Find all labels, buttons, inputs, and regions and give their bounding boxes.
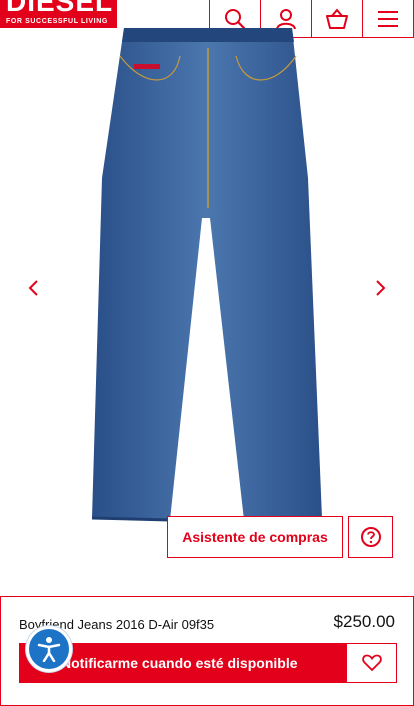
brand-name: DIESEL (6, 0, 114, 17)
product-price: $250.00 (333, 612, 395, 631)
gallery-prev-button[interactable] (22, 276, 46, 300)
accessibility-icon (37, 637, 61, 662)
help-button[interactable] (348, 516, 393, 558)
shopping-assistant-button[interactable]: Asistente de compras (167, 516, 343, 558)
accessibility-button[interactable] (26, 626, 72, 672)
wishlist-button[interactable] (346, 643, 397, 683)
chevron-right-icon (376, 280, 386, 296)
shopping-assistant-label: Asistente de compras (182, 529, 328, 545)
chevron-left-icon (28, 280, 38, 296)
heart-icon (361, 654, 382, 672)
brand-logo[interactable]: DIESEL FOR SUCCESSFUL LIVING (0, 0, 117, 28)
brand-tagline: FOR SUCCESSFUL LIVING (6, 18, 108, 25)
basket-icon (326, 7, 348, 29)
product-image (91, 28, 323, 522)
gallery-next-button[interactable] (368, 276, 392, 300)
account-icon (276, 8, 296, 29)
notify-when-available-label: Notificarme cuando esté disponible (61, 655, 298, 671)
question-circle-icon (360, 527, 381, 547)
product-gallery[interactable] (0, 28, 414, 560)
menu-icon (378, 10, 398, 27)
search-icon (225, 8, 246, 29)
menu-button[interactable] (362, 0, 414, 38)
